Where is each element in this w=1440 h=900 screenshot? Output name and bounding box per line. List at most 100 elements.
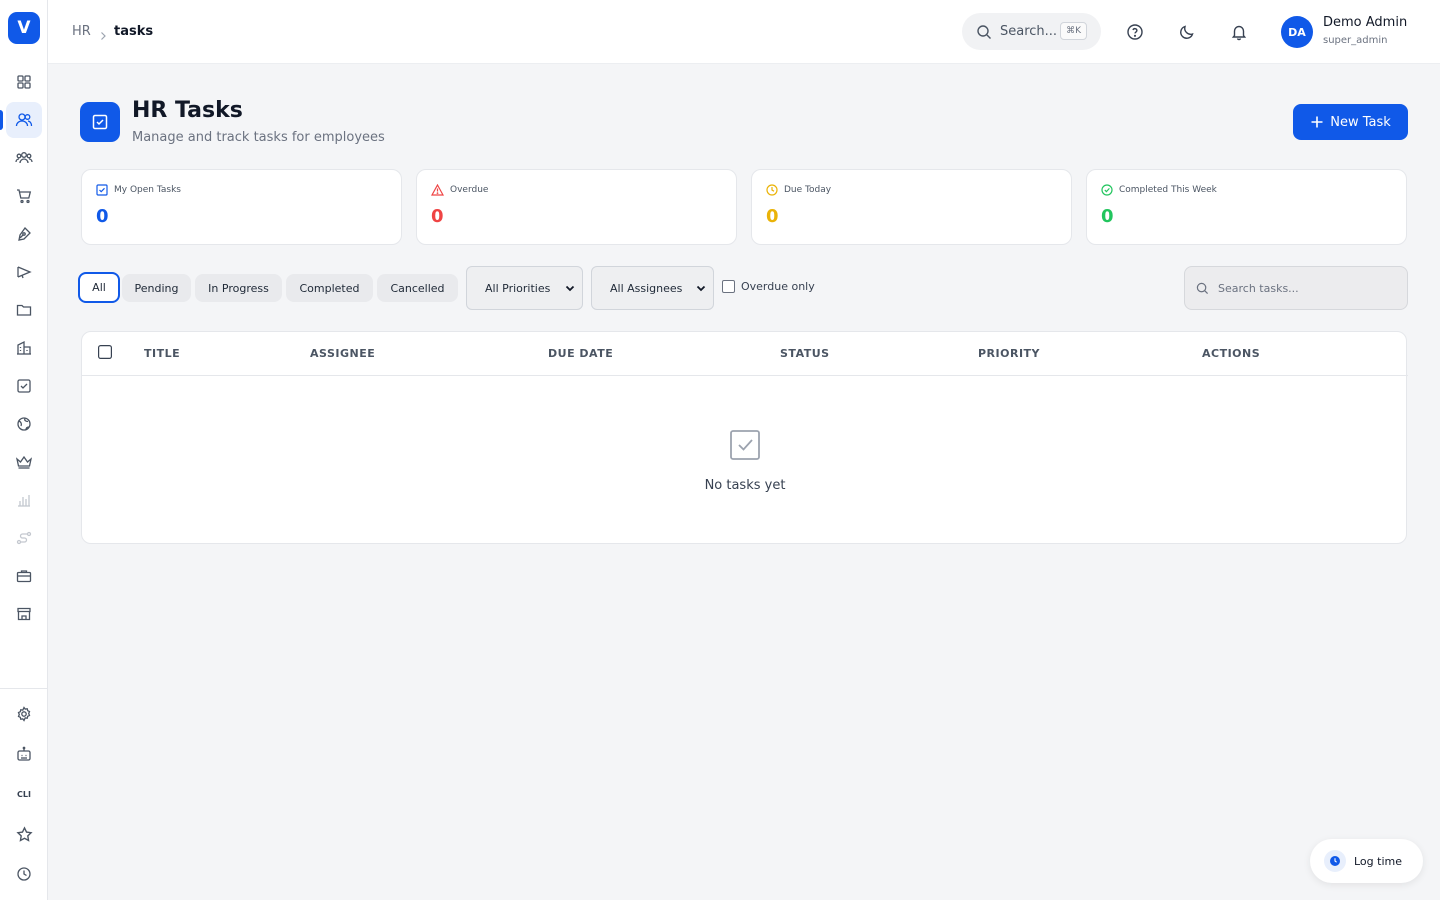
column-header-due-date[interactable]: DUE DATE — [548, 347, 613, 360]
sidebar-item-hr[interactable] — [6, 102, 42, 138]
tasks-table: TITLE ASSIGNEE DUE DATE STATUS PRIORITY … — [81, 331, 1408, 544]
global-search[interactable]: Search... ⌘K — [962, 13, 1101, 50]
sidebar-item-history[interactable] — [6, 856, 42, 892]
user-name[interactable]: Demo Admin — [1323, 15, 1407, 30]
search-icon — [1196, 282, 1209, 294]
help-circle-icon — [1127, 24, 1143, 40]
filter-tab-completed[interactable]: Completed — [286, 274, 373, 302]
megaphone-icon — [17, 266, 32, 279]
breadcrumb-separator — [98, 26, 108, 45]
new-task-button[interactable]: New Task — [1293, 104, 1408, 140]
sidebar-divider — [0, 688, 48, 689]
bar-chart-icon — [18, 495, 30, 507]
global-search-placeholder: Search... — [1000, 24, 1058, 39]
avatar[interactable]: DA — [1281, 16, 1313, 48]
search-icon — [977, 24, 991, 39]
priority-select[interactable]: All Priorities — [466, 266, 583, 310]
users-icon — [15, 113, 33, 127]
assignee-select[interactable]: All Assignees — [591, 266, 714, 310]
sidebar-item-design[interactable] — [6, 216, 42, 252]
sidebar-item-web[interactable] — [6, 406, 42, 442]
cart-icon — [17, 189, 32, 204]
table-header: TITLE ASSIGNEE DUE DATE STATUS PRIORITY … — [82, 332, 1408, 376]
stat-label: My Open Tasks — [114, 185, 181, 195]
sidebar-item-bot[interactable] — [6, 736, 42, 772]
stat-value: 0 — [96, 206, 109, 227]
column-header-assignee[interactable]: ASSIGNEE — [310, 347, 375, 360]
store-icon — [17, 607, 31, 621]
column-header-status[interactable]: STATUS — [780, 347, 830, 360]
sidebar-item-favorites[interactable] — [6, 816, 42, 852]
sidebar-item-analytics[interactable] — [6, 482, 42, 518]
stat-value: 0 — [431, 206, 444, 227]
empty-checkbox-icon — [730, 430, 760, 460]
folder-icon — [16, 304, 32, 316]
breadcrumb-root[interactable]: HR — [72, 24, 91, 39]
sidebar-item-store[interactable] — [6, 596, 42, 632]
sidebar-item-settings[interactable] — [6, 696, 42, 732]
stat-card-completed-week: Completed This Week 0 — [1086, 169, 1407, 245]
overdue-only-toggle[interactable]: Overdue only — [722, 280, 815, 293]
overdue-only-label: Overdue only — [741, 280, 815, 293]
building-icon — [17, 340, 31, 355]
top-header: HR tasks Search... ⌘K DA Demo Admin supe… — [48, 0, 1440, 64]
filter-tab-cancelled[interactable]: Cancelled — [377, 274, 458, 302]
new-task-label: New Task — [1330, 114, 1391, 130]
star-icon — [15, 825, 33, 842]
clock-icon — [766, 184, 778, 196]
sidebar-item-cli[interactable]: CLI — [6, 776, 42, 812]
overdue-only-checkbox[interactable] — [722, 280, 735, 293]
checkbox-icon — [96, 184, 108, 196]
sidebar-item-routes[interactable] — [6, 520, 42, 556]
check-circle-icon — [1101, 184, 1113, 196]
stat-card-overdue: Overdue 0 — [416, 169, 737, 245]
sidebar-item-shop[interactable] — [6, 178, 42, 214]
sidebar: V CLI — [0, 0, 48, 900]
globe-icon — [17, 417, 31, 431]
sidebar-item-jobs[interactable] — [6, 558, 42, 594]
page-title: HR Tasks — [132, 98, 243, 123]
sidebar-item-team[interactable] — [6, 140, 42, 176]
page-icon — [80, 102, 120, 142]
theme-toggle-button[interactable] — [1175, 20, 1199, 44]
column-header-actions: ACTIONS — [1202, 347, 1261, 360]
page-subtitle: Manage and track tasks for employees — [132, 130, 385, 145]
task-search-input[interactable]: Search tasks... — [1184, 266, 1408, 310]
sidebar-item-premium[interactable] — [6, 444, 42, 480]
briefcase-icon — [16, 570, 32, 583]
app-logo[interactable]: V — [8, 12, 40, 44]
column-header-title[interactable]: TITLE — [144, 347, 180, 360]
stat-label: Due Today — [784, 185, 832, 195]
filter-tab-in-progress[interactable]: In Progress — [195, 274, 282, 302]
notifications-button[interactable] — [1227, 20, 1251, 44]
route-icon — [16, 531, 32, 545]
log-time-label: Log time — [1354, 854, 1402, 868]
select-all-checkbox[interactable] — [98, 345, 112, 359]
column-header-priority[interactable]: PRIORITY — [978, 347, 1040, 360]
team-icon — [15, 152, 33, 164]
stat-label: Overdue — [450, 185, 489, 195]
sidebar-item-files[interactable] — [6, 292, 42, 328]
sidebar-item-dashboard[interactable] — [6, 64, 42, 100]
stat-label: Completed This Week — [1119, 185, 1217, 195]
priority-select-value: All Priorities — [485, 281, 551, 295]
stat-card-due-today: Due Today 0 — [751, 169, 1072, 245]
filter-tab-pending[interactable]: Pending — [122, 274, 191, 302]
crown-icon — [15, 455, 33, 469]
empty-state-text: No tasks yet — [704, 478, 786, 493]
clock-icon — [17, 867, 31, 881]
active-indicator — [0, 110, 3, 130]
cli-label: CLI — [17, 789, 31, 799]
filter-tab-all[interactable]: All — [78, 272, 120, 303]
search-shortcut: ⌘K — [1060, 22, 1087, 40]
sidebar-item-company[interactable] — [6, 330, 42, 366]
log-time-button[interactable]: Log time — [1310, 839, 1423, 883]
sidebar-item-marketing[interactable] — [6, 254, 42, 290]
grid-icon — [17, 75, 31, 89]
stat-card-open-tasks: My Open Tasks 0 — [81, 169, 402, 245]
checkbox-icon — [17, 379, 31, 393]
sidebar-item-tasks[interactable] — [6, 368, 42, 404]
help-button[interactable] — [1123, 20, 1147, 44]
bot-icon — [17, 746, 31, 761]
chevron-down-icon — [565, 285, 575, 292]
